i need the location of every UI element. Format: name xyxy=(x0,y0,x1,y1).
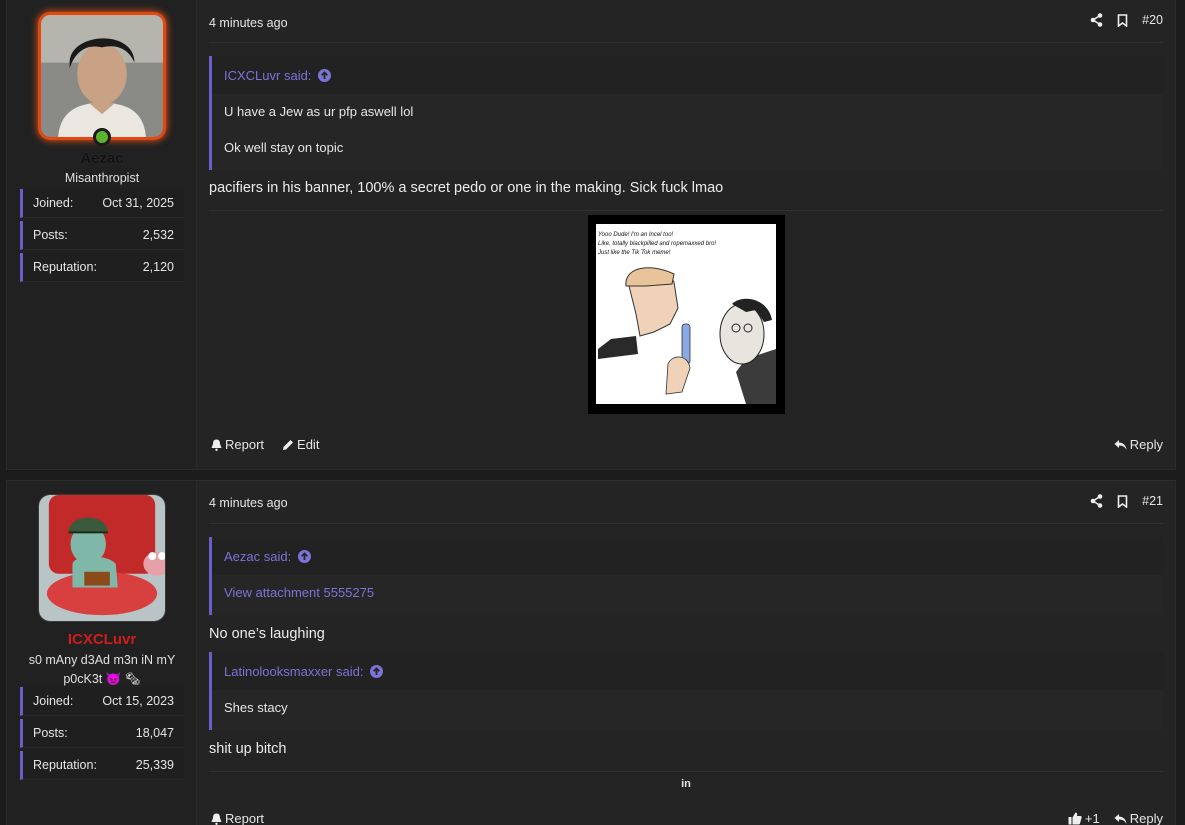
divider xyxy=(209,771,1163,772)
reply-icon xyxy=(1114,813,1127,824)
post-tools: #21 xyxy=(1090,494,1163,508)
post-content: 4 minutes ago #20 ICXCLuvr said: U have … xyxy=(197,0,1175,469)
quote-line: Shes stacy xyxy=(224,700,288,715)
reply-label: Reply xyxy=(1129,811,1163,825)
stat-joined: Joined: Oct 31, 2025 xyxy=(20,189,184,218)
quote-author[interactable]: ICXCLuvr said: xyxy=(224,68,311,83)
arrow-up-circle-icon[interactable] xyxy=(298,549,312,563)
stat-posts: Posts: 2,532 xyxy=(20,221,184,250)
post: ICXCLuvr s0 mAny d3Ad m3n iN mY p0cK3t 👿… xyxy=(6,480,1176,825)
user-title: s0 mAny d3Ad m3n iN mY p0cK3t 👿 🗞 xyxy=(28,653,176,686)
post-body: No one’s laughing xyxy=(209,626,325,642)
attachment-link[interactable]: View attachment 5555275 xyxy=(224,585,374,600)
stat-value: Oct 15, 2023 xyxy=(102,694,174,708)
signature-text: in xyxy=(681,778,691,790)
quote-line: U have a Jew as ur pfp aswell lol xyxy=(224,104,414,119)
stat-value: 25,339 xyxy=(135,758,174,772)
user-info: Aezac Misanthropist Joined: Oct 31, 2025… xyxy=(7,0,197,469)
quote-block: Aezac said: View attachment 5555275 xyxy=(209,537,1163,615)
avatar-image xyxy=(39,495,165,621)
quote-header[interactable]: Aezac said: xyxy=(212,537,1163,575)
image-caption-line: Yooo Dude! I'm an Incel too! xyxy=(598,232,674,238)
reply-button[interactable]: Reply xyxy=(1114,437,1163,452)
post-number[interactable]: #21 xyxy=(1142,494,1163,508)
stat-value: 2,120 xyxy=(142,260,174,274)
image-caption-line: Just like the Tik Tok meme! xyxy=(597,250,671,256)
stat-reputation: Reputation: 25,339 xyxy=(20,751,184,780)
post-body: shit up bitch xyxy=(209,741,287,757)
user-info: ICXCLuvr s0 mAny d3Ad m3n iN mY p0cK3t 👿… xyxy=(7,481,197,825)
quote-line: Ok well stay on topic xyxy=(224,140,344,155)
post-actions-right: +1 Reply xyxy=(1068,811,1163,825)
post-tools: #20 xyxy=(1090,13,1163,27)
quote-block: Latinolooksmaxxer said: Shes stacy xyxy=(209,652,1163,730)
post-body: pacifiers in his banner, 100% a secret p… xyxy=(209,180,724,196)
like-button[interactable]: +1 xyxy=(1068,811,1100,825)
divider xyxy=(209,523,1163,524)
avatar[interactable] xyxy=(38,12,166,140)
post: Aezac Misanthropist Joined: Oct 31, 2025… xyxy=(6,0,1176,470)
quote-body: Shes stacy xyxy=(212,690,1163,726)
post-time[interactable]: 4 minutes ago xyxy=(209,16,288,30)
report-button[interactable]: Report xyxy=(211,437,264,452)
post-actions-left: Report xyxy=(211,811,264,825)
reply-button[interactable]: Reply xyxy=(1114,811,1163,825)
divider xyxy=(209,42,1163,43)
stat-posts: Posts: 18,047 xyxy=(20,719,184,748)
arrow-up-circle-icon[interactable] xyxy=(370,664,384,678)
arrow-up-circle-icon[interactable] xyxy=(318,68,332,82)
quote-author[interactable]: Latinolooksmaxxer said: xyxy=(224,664,363,679)
stat-label: Joined: xyxy=(33,694,74,708)
quote-block: ICXCLuvr said: U have a Jew as ur pfp as… xyxy=(209,56,1163,170)
share-icon[interactable] xyxy=(1090,13,1103,27)
post-actions-left: Report Edit xyxy=(211,437,319,452)
quote-author[interactable]: Aezac said: xyxy=(224,549,291,564)
quote-header[interactable]: ICXCLuvr said: xyxy=(212,56,1163,94)
thumbs-up-icon xyxy=(1068,812,1082,825)
avatar[interactable] xyxy=(38,494,166,622)
stat-value: 18,047 xyxy=(135,726,174,740)
stat-value: 2,532 xyxy=(142,228,174,242)
report-button[interactable]: Report xyxy=(211,811,264,825)
post-actions-right: Reply xyxy=(1114,437,1163,452)
edit-label: Edit xyxy=(297,437,320,452)
reply-label: Reply xyxy=(1129,437,1163,452)
username[interactable]: Aezac xyxy=(7,150,197,167)
stat-label: Reputation: xyxy=(33,260,97,274)
bell-icon xyxy=(211,813,222,825)
stat-label: Posts: xyxy=(33,726,68,740)
edit-button[interactable]: Edit xyxy=(282,437,319,452)
like-count: +1 xyxy=(1084,811,1100,825)
username[interactable]: ICXCLuvr xyxy=(7,631,197,648)
post-time[interactable]: 4 minutes ago xyxy=(209,496,288,510)
reply-icon xyxy=(1114,439,1127,450)
bell-icon xyxy=(211,439,222,451)
bookmark-icon[interactable] xyxy=(1117,13,1128,27)
post-number[interactable]: #20 xyxy=(1142,13,1163,27)
quote-body: View attachment 5555275 xyxy=(212,575,1163,611)
online-status-indicator xyxy=(93,128,111,146)
stat-label: Reputation: xyxy=(33,758,97,772)
divider xyxy=(209,210,1163,211)
share-icon[interactable] xyxy=(1090,494,1103,508)
attached-image[interactable]: Yooo Dude! I'm an Incel too! Like, total… xyxy=(588,215,785,414)
stat-label: Posts: xyxy=(33,228,68,242)
stat-value: Oct 31, 2025 xyxy=(102,196,174,210)
pencil-icon xyxy=(283,439,294,450)
quote-header[interactable]: Latinolooksmaxxer said: xyxy=(212,652,1163,690)
quote-body: U have a Jew as ur pfp aswell lol Ok wel… xyxy=(212,94,1163,166)
user-title: Misanthropist xyxy=(64,171,140,185)
stat-label: Joined: xyxy=(33,196,74,210)
bookmark-icon[interactable] xyxy=(1117,494,1128,508)
report-label: Report xyxy=(225,811,265,825)
stat-reputation: Reputation: 2,120 xyxy=(20,253,184,282)
meme-image: Yooo Dude! I'm an Incel too! Like, total… xyxy=(596,224,776,404)
avatar-image xyxy=(41,15,163,137)
post-content: 4 minutes ago #21 Aezac said: View attac… xyxy=(197,481,1175,825)
stat-joined: Joined: Oct 15, 2023 xyxy=(20,687,184,716)
image-caption-line: Like, totally blackpilled and ropemaxxed… xyxy=(598,241,716,247)
report-label: Report xyxy=(225,437,265,452)
